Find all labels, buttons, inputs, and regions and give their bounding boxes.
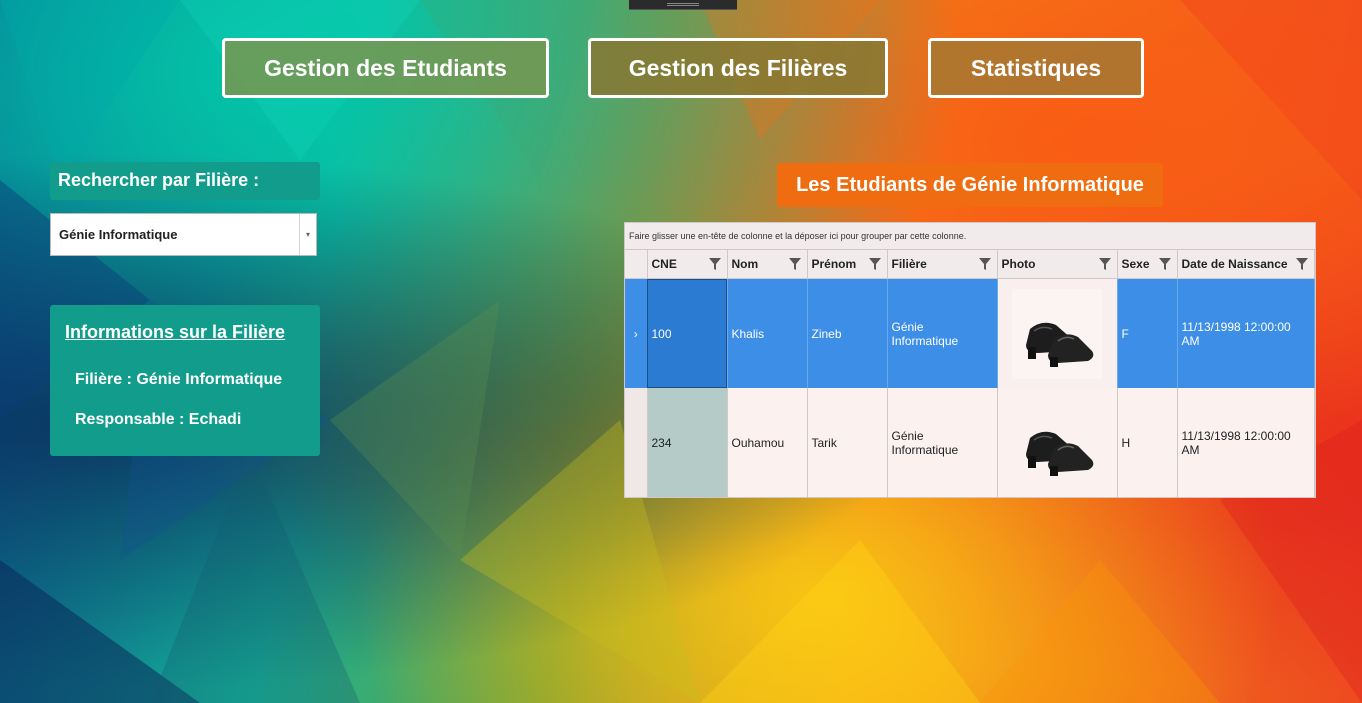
cell-nom[interactable]: Ouhamou — [727, 388, 808, 497]
cell-date[interactable]: 11/13/1998 12:00:00 AM — [1177, 278, 1315, 388]
cell-date[interactable]: 11/13/1998 12:00:00 AM — [1177, 388, 1315, 497]
shoes-photo-icon — [1012, 288, 1102, 379]
filiere-select[interactable]: Génie Informatique ▾ — [50, 213, 317, 256]
row-indicator — [625, 388, 648, 497]
row-header-corner — [625, 250, 648, 279]
filter-icon[interactable] — [708, 258, 721, 270]
column-header-date[interactable]: Date de Naissance — [1177, 250, 1315, 279]
cell-photo[interactable] — [997, 388, 1118, 497]
column-label: CNE — [651, 257, 677, 271]
column-label: Prénom — [811, 257, 857, 271]
column-header-cne[interactable]: CNE — [647, 250, 728, 279]
table-row[interactable]: › 100 Khalis Zineb Génie Informatique F … — [625, 278, 1315, 388]
cell-cne[interactable]: 234 — [647, 388, 728, 497]
window-handle[interactable] — [629, 0, 737, 10]
column-header-sexe[interactable]: Sexe — [1117, 250, 1178, 279]
info-responsable: Responsable : Echadi — [75, 411, 242, 428]
filter-icon[interactable] — [1098, 258, 1111, 270]
cell-prenom[interactable]: Zineb — [807, 278, 888, 388]
cell-sexe[interactable]: H — [1117, 388, 1178, 497]
search-filiere-label: Rechercher par Filière : — [50, 162, 320, 200]
column-label: Photo — [1001, 257, 1036, 271]
column-label: Nom — [731, 257, 759, 271]
filiere-select-value: Génie Informatique — [59, 227, 178, 242]
filter-icon[interactable] — [1158, 258, 1171, 270]
chevron-down-icon[interactable]: ▾ — [299, 214, 316, 255]
info-filiere: Filière : Génie Informatique — [75, 371, 283, 388]
column-label: Filière — [891, 257, 927, 271]
cell-nom[interactable]: Khalis — [727, 278, 808, 388]
column-label: Sexe — [1121, 257, 1150, 271]
filter-icon[interactable] — [868, 258, 881, 270]
grid-title: Les Etudiants de Génie Informatique — [777, 163, 1163, 207]
cell-filiere[interactable]: Génie Informatique — [887, 388, 998, 497]
filiere-info-panel: Informations sur la Filière Filière : Gé… — [50, 305, 320, 456]
cell-cne[interactable]: 100 — [647, 278, 728, 388]
column-header-prenom[interactable]: Prénom — [807, 250, 888, 279]
cell-photo[interactable] — [997, 278, 1118, 388]
column-header-photo[interactable]: Photo — [997, 250, 1118, 279]
cell-filiere[interactable]: Génie Informatique — [887, 278, 998, 388]
column-header-nom[interactable]: Nom — [727, 250, 808, 279]
column-header-filiere[interactable]: Filière — [887, 250, 998, 279]
shoes-photo-icon — [1012, 397, 1102, 488]
info-panel-title: Informations sur la Filière — [65, 322, 286, 342]
grip-icon — [667, 3, 699, 4]
row-indicator-icon: › — [625, 278, 648, 388]
students-grid[interactable]: Faire glisser une en-tête de colonne et … — [624, 222, 1316, 498]
gestion-filieres-button[interactable]: Gestion des Filières — [588, 38, 888, 98]
cell-prenom[interactable]: Tarik — [807, 388, 888, 497]
filter-icon[interactable] — [978, 258, 991, 270]
table-row[interactable]: 234 Ouhamou Tarik Génie Informatique H 1… — [625, 388, 1315, 497]
group-by-panel[interactable]: Faire glisser une en-tête de colonne et … — [625, 223, 1315, 250]
column-label: Date de Naissance — [1181, 257, 1288, 271]
statistiques-button[interactable]: Statistiques — [928, 38, 1144, 98]
filter-icon[interactable] — [788, 258, 801, 270]
gestion-etudiants-button[interactable]: Gestion des Etudiants — [222, 38, 549, 98]
cell-sexe[interactable]: F — [1117, 278, 1178, 388]
filter-icon[interactable] — [1296, 258, 1308, 270]
